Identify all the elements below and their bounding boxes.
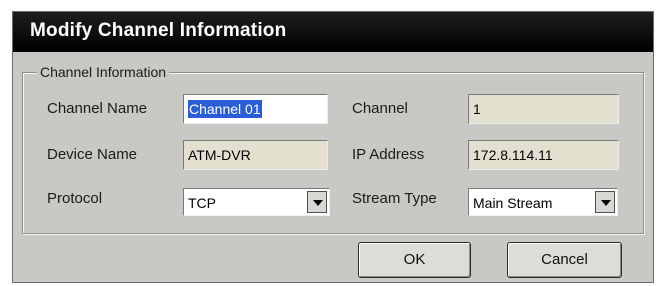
modify-channel-dialog: Modify Channel Information Channel Infor… xyxy=(12,11,654,283)
stream-type-label: Stream Type xyxy=(352,190,437,207)
device-name-label: Device Name xyxy=(47,146,138,163)
channel-field: 1 xyxy=(468,94,619,124)
device-name-field: ATM-DVR xyxy=(183,140,328,170)
protocol-value: TCP xyxy=(188,195,216,211)
channel-name-input[interactable]: Channel 01 xyxy=(183,94,328,124)
title-bar[interactable]: Modify Channel Information xyxy=(13,12,653,52)
group-legend: Channel Information xyxy=(37,64,170,80)
cancel-button[interactable]: Cancel xyxy=(507,242,622,278)
protocol-select[interactable]: TCP xyxy=(183,188,330,216)
protocol-label: Protocol xyxy=(47,190,103,207)
channel-label: Channel xyxy=(352,100,408,117)
chevron-down-icon[interactable] xyxy=(307,191,327,213)
stream-type-value: Main Stream xyxy=(473,195,553,211)
stream-type-select[interactable]: Main Stream xyxy=(468,188,618,216)
chevron-down-icon[interactable] xyxy=(595,191,615,213)
channel-name-value: Channel 01 xyxy=(188,100,262,118)
dialog-title: Modify Channel Information xyxy=(30,20,287,41)
ip-address-field: 172.8.114.11 xyxy=(468,140,619,170)
ok-button[interactable]: OK xyxy=(358,242,471,278)
channel-name-label: Channel Name xyxy=(47,100,148,117)
ip-address-label: IP Address xyxy=(352,146,425,163)
